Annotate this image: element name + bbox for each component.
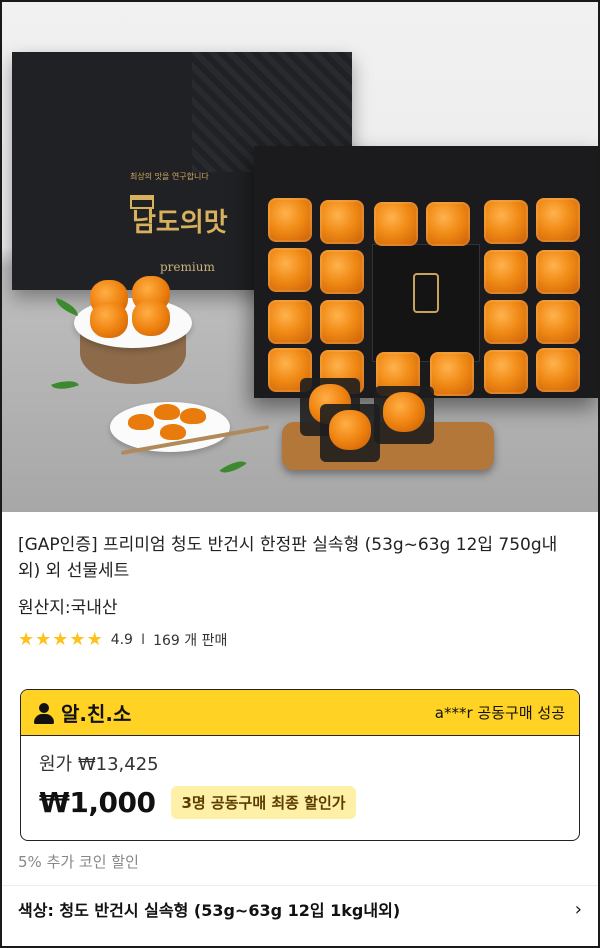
persimmon bbox=[484, 200, 528, 244]
box-tiny-text: 최상의 맛을 연구합니다 bbox=[130, 172, 209, 181]
persimmon bbox=[268, 248, 312, 292]
persimmon-slice bbox=[154, 404, 180, 420]
persimmon bbox=[536, 300, 580, 344]
deal-price: ₩1,000 bbox=[39, 786, 156, 819]
star-icon: ★ bbox=[52, 629, 69, 650]
persimmon bbox=[268, 300, 312, 344]
persimmon bbox=[430, 352, 474, 396]
persimmon-cup bbox=[374, 386, 434, 444]
divider bbox=[2, 885, 598, 886]
leaf bbox=[219, 455, 247, 479]
persimmon bbox=[426, 202, 470, 246]
chevron-right-icon: › bbox=[574, 898, 582, 920]
leaf bbox=[51, 375, 79, 395]
box-sub: premium bbox=[160, 260, 215, 274]
center-box bbox=[372, 244, 480, 362]
persimmon bbox=[320, 300, 364, 344]
sales-count: 169 개 판매 bbox=[153, 633, 228, 649]
persimmon bbox=[320, 200, 364, 244]
persimmon-slice bbox=[180, 408, 206, 424]
rating-value: 4.9 bbox=[110, 632, 133, 648]
persimmon bbox=[90, 302, 128, 338]
deal-success-text: a***r 공동구매 성공 bbox=[434, 704, 565, 722]
product-origin: 원산지:국내산 bbox=[18, 598, 118, 618]
option-label: 색상: 청도 반건시 실속형 (53g~63g 12입 1kg내외) bbox=[18, 901, 401, 920]
rating-stars: ★ ★ ★ ★ ★ bbox=[18, 631, 103, 649]
coin-discount: 5% 추가 코인 할인 bbox=[18, 853, 139, 871]
persimmon bbox=[320, 250, 364, 294]
group-deal-header: 알.친.소 a***r 공동구매 성공 bbox=[21, 690, 579, 736]
rating-row[interactable]: ★ ★ ★ ★ ★ 4.9 I 169 개 판매 bbox=[18, 630, 227, 650]
product-image[interactable]: 최상의 맛을 연구합니다 남도의맛 premium 귀한 분께 정성을 담아 전… bbox=[2, 2, 598, 512]
star-icon: ★ bbox=[35, 629, 52, 650]
star-icon: ★ bbox=[86, 629, 103, 650]
persimmon bbox=[374, 202, 418, 246]
persimmon bbox=[484, 250, 528, 294]
persimmon-slice bbox=[128, 414, 154, 430]
persimmon bbox=[536, 198, 580, 242]
group-deal-card[interactable]: 알.친.소 a***r 공동구매 성공 원가 ₩13,425 ₩1,000 3명… bbox=[20, 689, 580, 841]
persimmon bbox=[536, 348, 580, 392]
separator: I bbox=[140, 632, 146, 648]
persimmon bbox=[484, 350, 528, 394]
persimmon-cup bbox=[320, 404, 380, 462]
person-icon bbox=[33, 702, 55, 724]
leaf bbox=[53, 297, 81, 317]
persimmon bbox=[268, 198, 312, 242]
original-price: 원가 ₩13,425 bbox=[39, 754, 159, 775]
option-selector[interactable]: 색상: 청도 반건시 실속형 (53g~63g 12입 1kg내외) › bbox=[18, 897, 582, 921]
star-icon: ★ bbox=[18, 629, 35, 650]
final-discount-badge: 3명 공동구매 최종 할인가 bbox=[171, 786, 356, 819]
box-brand: 남도의맛 bbox=[132, 208, 228, 238]
persimmon bbox=[536, 250, 580, 294]
persimmon bbox=[132, 300, 170, 336]
persimmon bbox=[484, 300, 528, 344]
star-icon: ★ bbox=[69, 629, 86, 650]
deal-brand-name: 알.친.소 bbox=[61, 702, 132, 726]
product-title: [GAP인증] 프리미엄 청도 반건시 한정판 실속형 (53g~63g 12입… bbox=[18, 535, 558, 581]
persimmon-slice bbox=[160, 424, 186, 440]
